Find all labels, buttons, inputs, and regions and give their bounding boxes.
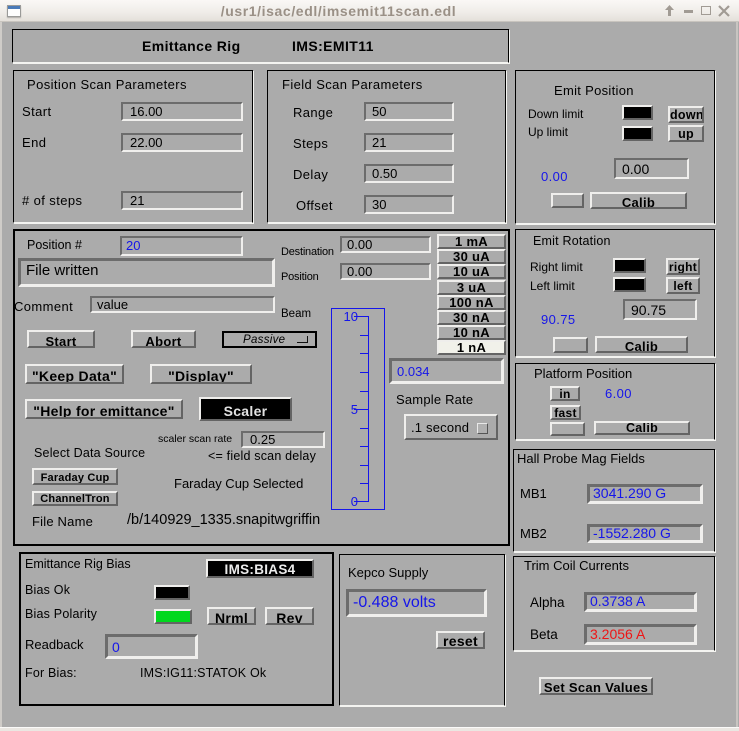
svg-text:10: 10	[344, 309, 358, 324]
svg-text:5: 5	[351, 402, 358, 417]
svg-text:0: 0	[351, 494, 358, 509]
